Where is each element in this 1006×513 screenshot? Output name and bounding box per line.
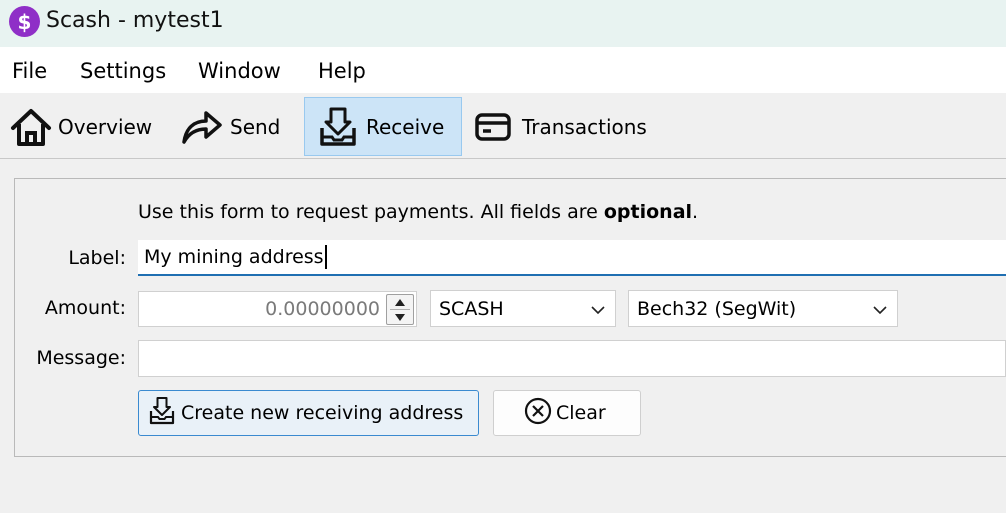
main-toolbar: Overview Send Receive Transactions — [0, 93, 1006, 159]
home-icon — [8, 104, 54, 150]
label-input[interactable]: My mining address — [138, 240, 1006, 276]
tab-transactions-label: Transactions — [522, 114, 647, 139]
address-type-value: Bech32 (SegWit) — [637, 298, 797, 320]
create-button-label: Create new receiving address — [181, 402, 464, 424]
chevron-up-icon[interactable] — [387, 295, 413, 309]
amount-value: 0.00000000 — [265, 298, 380, 320]
app-logo-icon: $ — [9, 6, 40, 37]
amount-stepper[interactable] — [386, 294, 414, 325]
message-field-label: Message: — [36, 347, 126, 369]
tab-send-label: Send — [230, 114, 281, 139]
clear-button[interactable]: Clear — [493, 390, 641, 436]
menu-window[interactable]: Window — [198, 59, 281, 83]
form-instructions: Use this form to request payments. All f… — [138, 201, 698, 223]
tab-transactions[interactable]: Transactions — [474, 97, 659, 156]
menu-bar: File Settings Window Help — [0, 47, 1006, 93]
intro-period: . — [692, 201, 699, 223]
menu-settings[interactable]: Settings — [80, 59, 166, 83]
menu-help[interactable]: Help — [318, 59, 366, 83]
label-input-value: My mining address — [144, 246, 324, 268]
unit-select-value: SCASH — [439, 298, 504, 320]
message-input[interactable] — [138, 340, 1006, 377]
tab-overview-label: Overview — [58, 114, 153, 139]
clear-button-label: Clear — [556, 402, 606, 424]
card-icon — [474, 104, 512, 150]
tab-send[interactable]: Send — [178, 97, 298, 156]
chevron-down-icon — [873, 300, 887, 322]
receive-tray-icon — [149, 396, 175, 431]
amount-field-label: Amount: — [44, 297, 126, 319]
address-type-select[interactable]: Bech32 (SegWit) — [628, 290, 898, 327]
chevron-down-icon[interactable] — [387, 310, 413, 324]
unit-select[interactable]: SCASH — [430, 290, 616, 327]
amount-spinbox[interactable]: 0.00000000 — [138, 291, 417, 327]
menu-file[interactable]: File — [12, 59, 47, 83]
title-bar: $ Scash - mytest1 — [0, 0, 1006, 47]
label-field-label: Label: — [68, 247, 126, 269]
tab-overview[interactable]: Overview — [8, 97, 158, 156]
intro-optional-text: optional — [603, 201, 693, 223]
create-receiving-address-button[interactable]: Create new receiving address — [138, 390, 479, 436]
chevron-down-icon — [591, 300, 605, 322]
window-title: Scash - mytest1 — [46, 8, 224, 33]
intro-text: Use this form to request payments. All f… — [138, 201, 604, 223]
send-arrow-icon — [178, 104, 224, 150]
receive-tray-icon — [318, 104, 358, 150]
tab-receive[interactable]: Receive — [304, 97, 462, 156]
clear-circle-x-icon — [524, 397, 552, 430]
text-caret — [324, 245, 327, 269]
tab-receive-label: Receive — [366, 114, 445, 139]
